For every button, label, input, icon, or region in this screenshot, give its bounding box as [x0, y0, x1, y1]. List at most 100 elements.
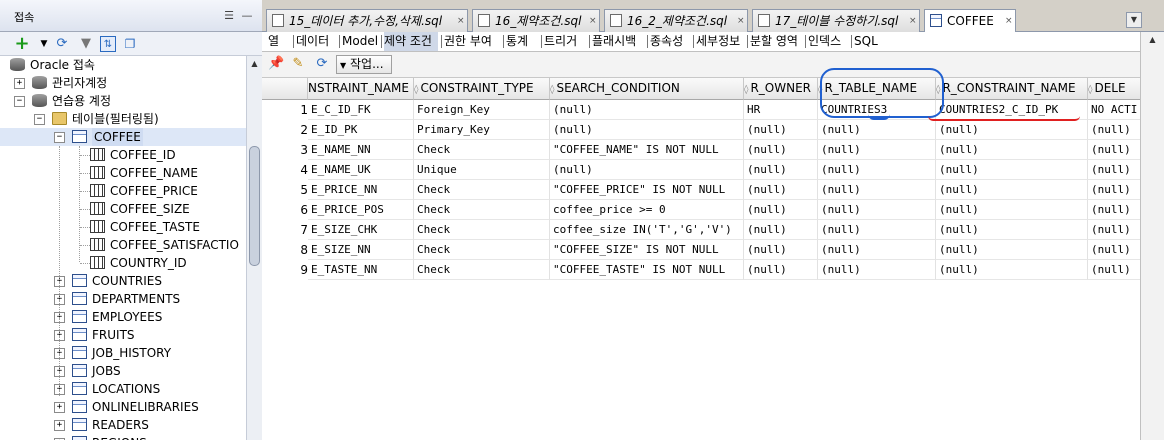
- subtab-2[interactable]: Model: [342, 32, 380, 51]
- table-cell[interactable]: (null): [818, 220, 936, 240]
- tree-item-coffee-name[interactable]: COFFEE_NAME: [0, 164, 246, 182]
- table-cell[interactable]: E_NAME_UK: [308, 160, 414, 180]
- table-cell[interactable]: Unique: [414, 160, 550, 180]
- schema-browser-icon[interactable]: ⇅: [100, 36, 116, 52]
- table-cell[interactable]: (null): [818, 120, 936, 140]
- tree-item-jobs[interactable]: + JOBS: [0, 362, 246, 380]
- table-cell[interactable]: (null): [744, 220, 818, 240]
- table-cell[interactable]: (null): [936, 140, 1088, 160]
- table-cell[interactable]: (null): [936, 220, 1088, 240]
- tree-item-oracle-접속[interactable]: Oracle 접속: [0, 56, 246, 74]
- close-tab-icon[interactable]: ×: [909, 10, 917, 32]
- table-cell[interactable]: Foreign_Key: [414, 100, 550, 120]
- table-cell[interactable]: (null): [818, 160, 936, 180]
- table-cell[interactable]: E_SIZE_NN: [308, 240, 414, 260]
- table-cell[interactable]: "COFFEE_SIZE" IS NOT NULL: [550, 240, 744, 260]
- table-cell[interactable]: (null): [744, 120, 818, 140]
- table-cell[interactable]: coffee_price >= 0: [550, 200, 744, 220]
- table-cell[interactable]: E_C_ID_FK: [308, 100, 414, 120]
- filter-icon[interactable]: ▼: [78, 36, 94, 52]
- collapse-icon[interactable]: −: [14, 96, 25, 107]
- table-cell[interactable]: (null): [936, 120, 1088, 140]
- subtab-6[interactable]: 트리거: [544, 32, 586, 51]
- column-header[interactable]: ◊ R_CONSTRAINT_NAME: [936, 78, 1088, 100]
- table-cell[interactable]: Check: [414, 180, 550, 200]
- tree-item-locations[interactable]: + LOCATIONS: [0, 380, 246, 398]
- table-cell[interactable]: Check: [414, 260, 550, 280]
- close-tab-icon[interactable]: ×: [1005, 10, 1013, 32]
- table-cell[interactable]: Check: [414, 240, 550, 260]
- table-cell[interactable]: (null): [936, 200, 1088, 220]
- grid-vertical-scrollbar[interactable]: ▲: [1140, 32, 1164, 440]
- table-cell[interactable]: (null): [818, 240, 936, 260]
- panel-menu-icon[interactable]: ☰: [222, 9, 236, 23]
- scroll-thumb[interactable]: [249, 146, 260, 266]
- tree-item-job-history[interactable]: + JOB_HISTORY: [0, 344, 246, 362]
- tree-item-fruits[interactable]: + FRUITS: [0, 326, 246, 344]
- tree-item-관리자계정[interactable]: + 관리자계정: [0, 74, 246, 92]
- table-cell[interactable]: "COFFEE_TASTE" IS NOT NULL: [550, 260, 744, 280]
- table-cell[interactable]: (null): [744, 160, 818, 180]
- table-cell[interactable]: (null): [744, 260, 818, 280]
- subtab-3[interactable]: 제약 조건: [384, 32, 438, 51]
- table-cell[interactable]: E_PRICE_NN: [308, 180, 414, 200]
- table-cell[interactable]: (null): [936, 160, 1088, 180]
- table-cell[interactable]: HR: [744, 100, 818, 120]
- subtab-9[interactable]: 세부정보: [696, 32, 744, 51]
- table-cell[interactable]: (null): [550, 120, 744, 140]
- close-tab-icon[interactable]: ×: [457, 10, 465, 32]
- column-header[interactable]: ◊ CONSTRAINT_TYPE: [414, 78, 550, 100]
- table-cell[interactable]: NO ACTI: [1088, 100, 1140, 120]
- tree-item-테이블-필터링됨-[interactable]: − 테이블(필터링됨): [0, 110, 246, 128]
- tree-item-countries[interactable]: + COUNTRIES: [0, 272, 246, 290]
- editor-tab[interactable]: COFFEE ×: [924, 9, 1016, 33]
- editor-tab[interactable]: 17_테이블 수정하기.sql ×: [752, 9, 920, 32]
- row-number[interactable]: 1: [262, 100, 308, 120]
- table-cell[interactable]: Primary_Key: [414, 120, 550, 140]
- tree-item-coffee-satisfactio[interactable]: COFFEE_SATISFACTIO: [0, 236, 246, 254]
- table-cell[interactable]: (null): [1088, 220, 1140, 240]
- tree-item-readers[interactable]: + READERS: [0, 416, 246, 434]
- table-cell[interactable]: (null): [744, 180, 818, 200]
- refresh-icon[interactable]: ⟳: [54, 36, 70, 52]
- tree-item-departments[interactable]: + DEPARTMENTS: [0, 290, 246, 308]
- pin-icon[interactable]: 📌: [268, 56, 284, 72]
- sort-icon[interactable]: ◊: [1088, 80, 1092, 99]
- collapse-icon[interactable]: −: [34, 114, 45, 125]
- subtab-4[interactable]: 권한 부여: [444, 32, 500, 51]
- row-number[interactable]: 7: [262, 220, 308, 240]
- table-cell[interactable]: (null): [818, 140, 936, 160]
- table-cell[interactable]: (null): [744, 200, 818, 220]
- table-cell[interactable]: "COFFEE_NAME" IS NOT NULL: [550, 140, 744, 160]
- expand-icon[interactable]: +: [54, 420, 65, 431]
- subtab-5[interactable]: 통계: [506, 32, 538, 51]
- column-header[interactable]: NSTRAINT_NAME: [308, 78, 414, 100]
- actions-button[interactable]: ▼ 작업...: [336, 55, 392, 74]
- tree-item-country-id[interactable]: COUNTRY_ID: [0, 254, 246, 272]
- table-cell[interactable]: (null): [744, 240, 818, 260]
- table-cell[interactable]: (null): [550, 160, 744, 180]
- tree-item-employees[interactable]: + EMPLOYEES: [0, 308, 246, 326]
- table-cell[interactable]: (null): [936, 180, 1088, 200]
- column-header[interactable]: ◊ DELE: [1088, 78, 1140, 100]
- subtab-11[interactable]: 인덱스: [808, 32, 848, 51]
- tree-scrollbar[interactable]: ▲: [246, 56, 262, 440]
- table-cell[interactable]: (null): [818, 180, 936, 200]
- subtab-12[interactable]: SQL: [854, 32, 886, 51]
- refresh-icon[interactable]: ⟳: [314, 56, 330, 72]
- tree-item-coffee-id[interactable]: COFFEE_ID: [0, 146, 246, 164]
- table-cell[interactable]: (null): [1088, 260, 1140, 280]
- tree-item-onlinelibraries[interactable]: + ONLINELIBRARIES: [0, 398, 246, 416]
- table-cell[interactable]: Check: [414, 200, 550, 220]
- tree-item-coffee[interactable]: − COFFEE: [0, 128, 246, 146]
- tree-item-연습용-계정[interactable]: − 연습용 계정: [0, 92, 246, 110]
- table-cell[interactable]: (null): [1088, 160, 1140, 180]
- sort-icon[interactable]: ◊: [550, 80, 554, 99]
- sort-icon[interactable]: ◊: [744, 80, 748, 99]
- subtab-7[interactable]: 플래시백: [592, 32, 644, 51]
- close-tab-icon[interactable]: ×: [737, 10, 745, 32]
- tree-item-coffee-taste[interactable]: COFFEE_TASTE: [0, 218, 246, 236]
- window-icon[interactable]: ❐: [122, 36, 138, 52]
- scroll-up-icon[interactable]: ▲: [247, 56, 262, 71]
- editor-tab[interactable]: 16_제약조건.sql ×: [472, 9, 600, 32]
